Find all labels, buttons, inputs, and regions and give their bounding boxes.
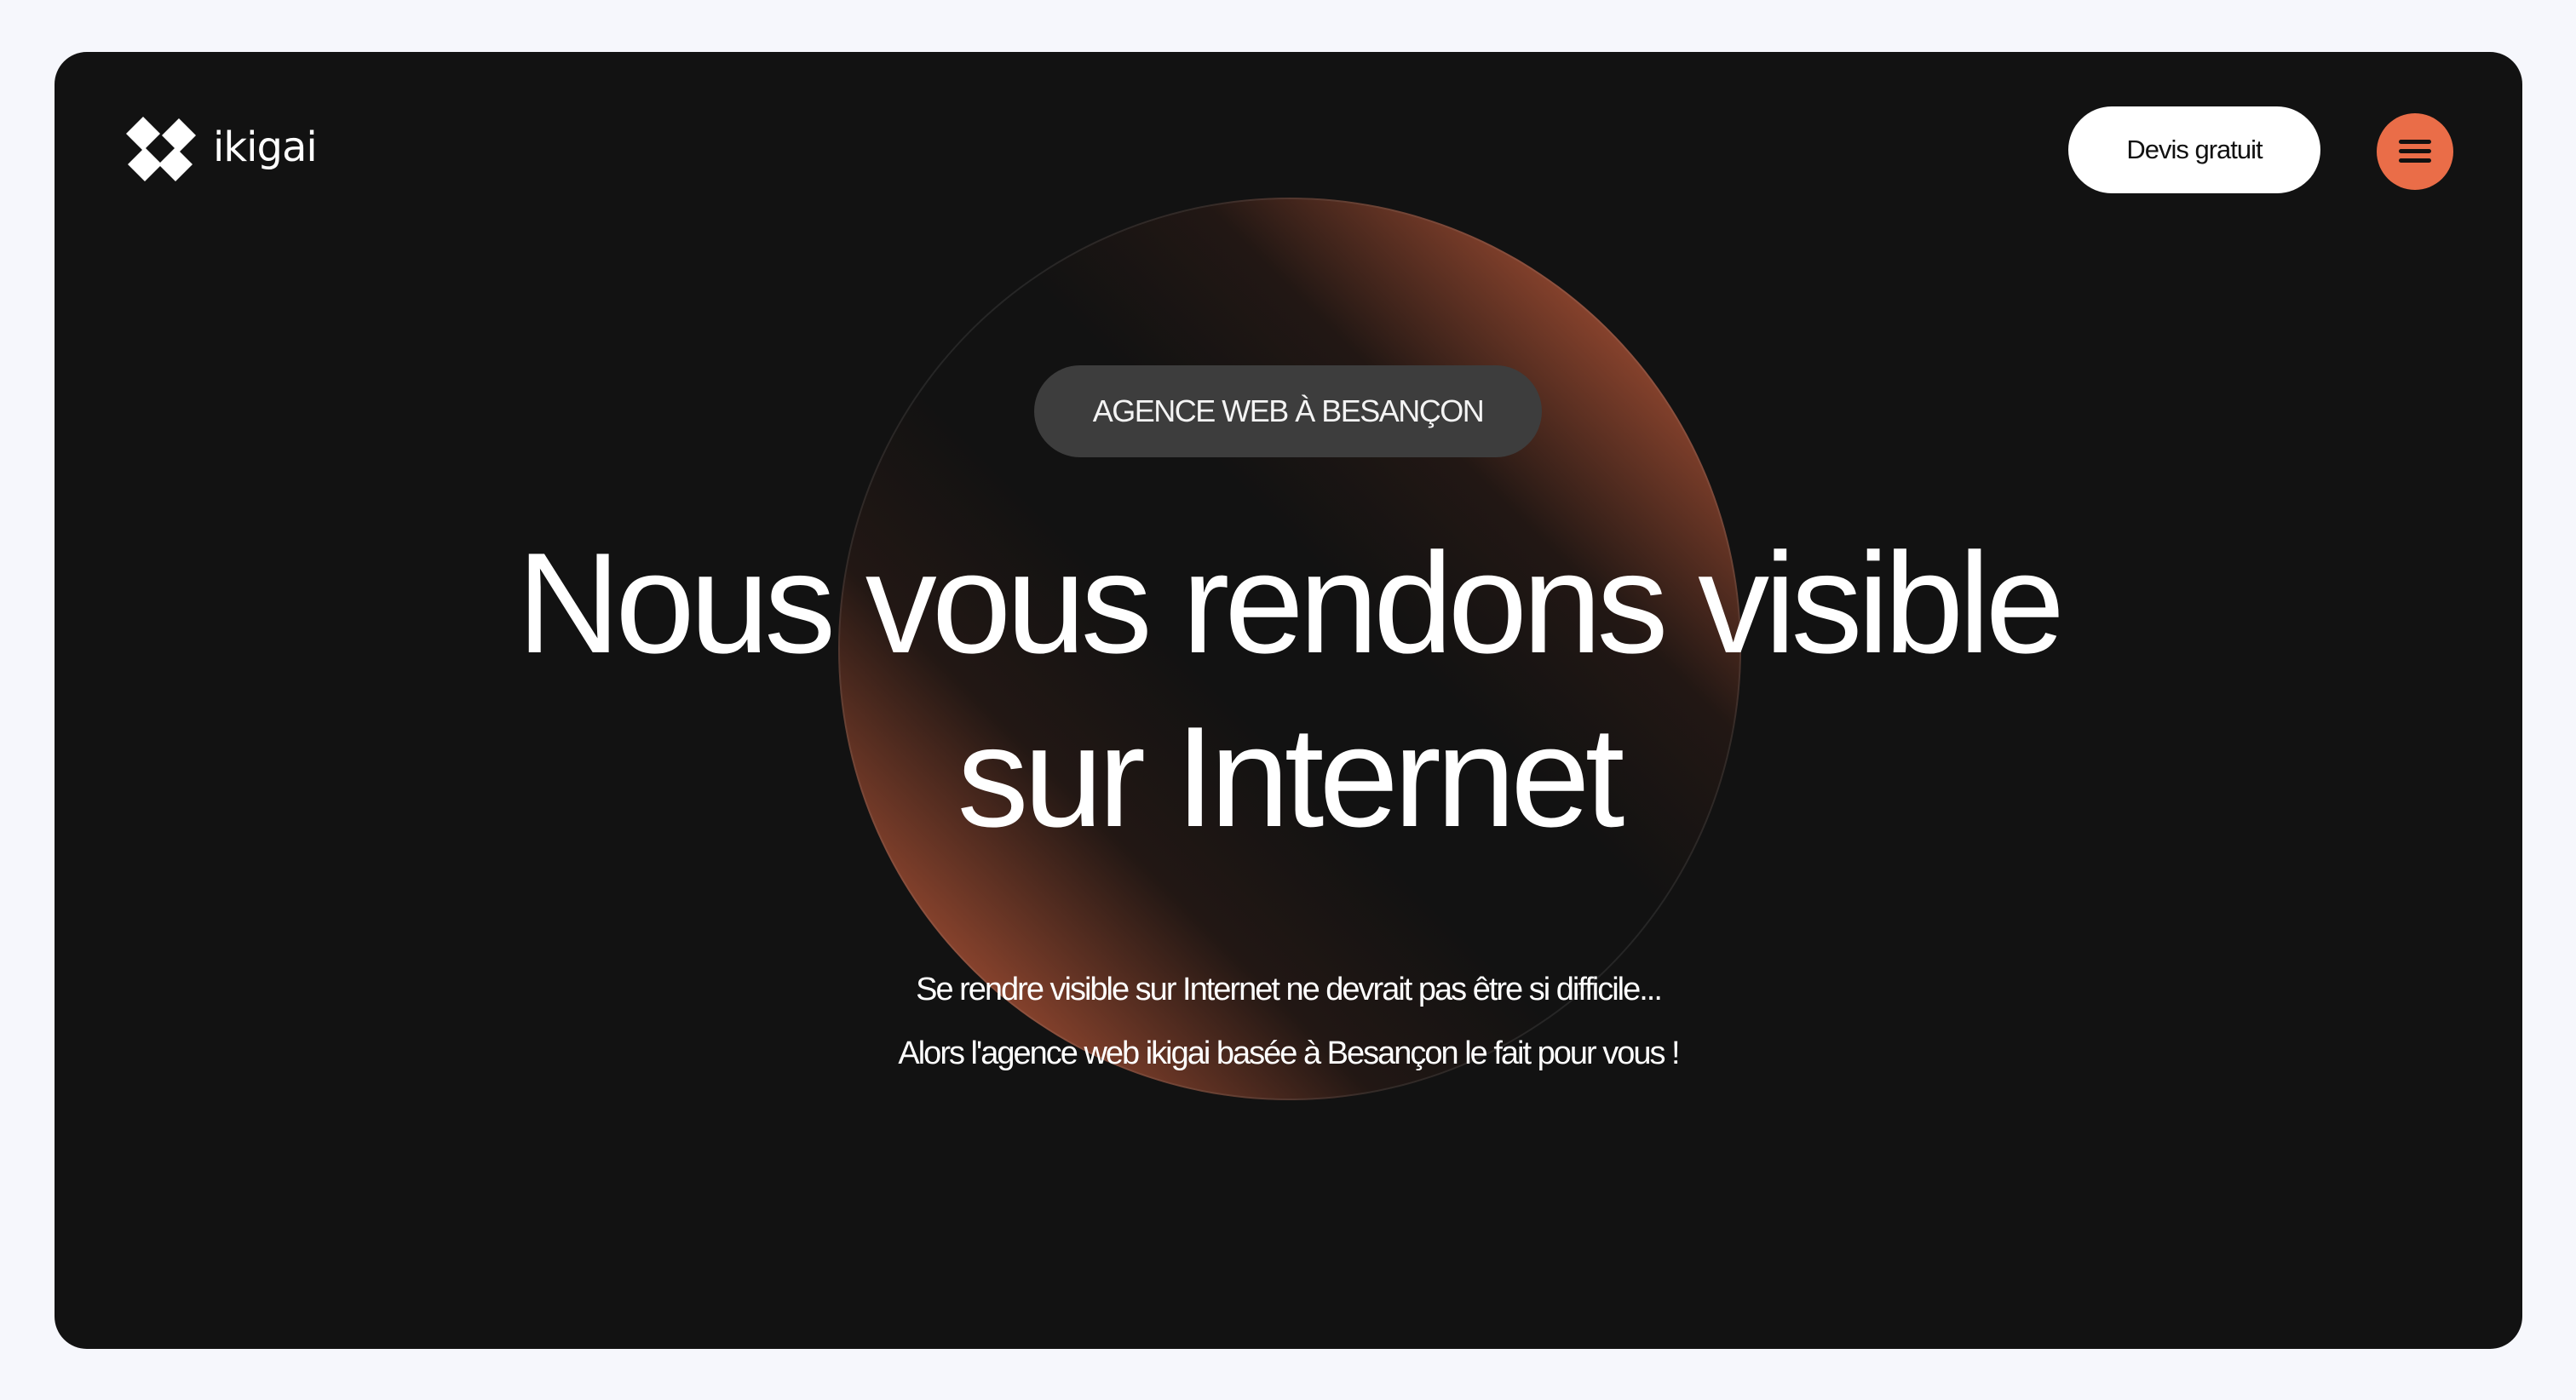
ikigai-logo-icon	[126, 117, 198, 181]
hero-title-line-2: sur Internet	[957, 697, 1625, 857]
hero-title: Nous vous rendons visible sur Internet	[55, 516, 2522, 864]
hero-subtitle-line-2: Alors l'agence web ikigai basée à Besanç…	[898, 1036, 1680, 1071]
logo-link[interactable]: ikigai	[126, 117, 318, 181]
brand-name: ikigai	[213, 123, 318, 171]
menu-button[interactable]	[2377, 113, 2453, 190]
hero-title-line-1: Nous vous rendons visible	[516, 523, 2065, 683]
hamburger-menu-icon	[2399, 140, 2431, 164]
free-quote-button[interactable]: Devis gratuit	[2068, 106, 2320, 193]
hero-subtitle-line-1: Se rendre visible sur Internet ne devrai…	[916, 972, 1663, 1007]
agency-location-badge: AGENCE WEB À BESANÇON	[1034, 365, 1542, 457]
hero-frame: ikigai Devis gratuit AGENCE WEB À BESANÇ…	[55, 52, 2522, 1349]
